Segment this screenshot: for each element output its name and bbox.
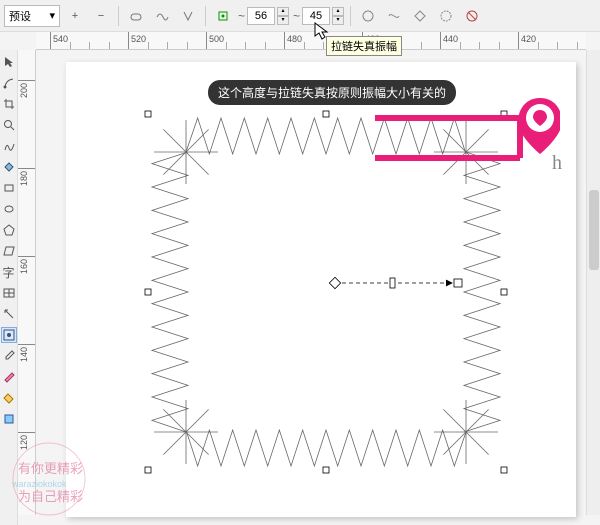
svg-text:waraziokokok: waraziokokok [11,479,67,489]
property-bar: 预设 ▾ + − ~ ▴▾ ~ ▴▾ [0,0,600,32]
separator [205,6,206,26]
fill-tool[interactable] [1,390,17,406]
text-icon: 字 [2,264,14,281]
center-button[interactable] [212,5,234,27]
option-b-button[interactable] [383,5,405,27]
freehand-tool[interactable] [1,138,17,154]
outline-tool[interactable] [1,369,17,385]
remove-preset-button[interactable]: − [90,5,112,27]
distort-mode-2[interactable] [151,5,173,27]
wave-icon: ~ [293,9,300,23]
scrollbar-thumb[interactable] [589,190,599,270]
tooltip-text: 拉链失真振幅 [331,41,397,53]
watermark: 有你更精彩 waraziokokok 为自己精彩 [4,439,114,519]
interactive-tool[interactable] [1,327,17,343]
crop-tool[interactable] [1,96,17,112]
separator [350,6,351,26]
separator [118,6,119,26]
polygon-tool[interactable] [1,222,17,238]
distort-end-handle[interactable] [454,279,462,287]
preset-dropdown[interactable]: 预设 ▾ [4,5,60,27]
distort-mid-handle[interactable] [390,278,395,288]
add-preset-button[interactable]: + [64,5,86,27]
ellipse-tool[interactable] [1,201,17,217]
distort-mode-1[interactable] [125,5,147,27]
option-a-button[interactable] [357,5,379,27]
svg-text:有你更精彩: 有你更精彩 [18,461,83,476]
option-e-button[interactable] [461,5,483,27]
distort-start-handle[interactable] [329,277,340,288]
frequency-spinner[interactable]: ▴▾ [332,7,344,25]
annotation-bracket [370,98,560,178]
cursor-icon [314,22,330,42]
preset-label: 预设 [9,8,31,24]
option-d-button[interactable] [435,5,457,27]
arrow-icon [446,280,452,286]
wave-icon: ~ [238,9,245,23]
text-tool[interactable]: 字 [1,264,17,280]
interactive-fill-tool[interactable] [1,411,17,427]
eyedropper-tool[interactable] [1,348,17,364]
distort-mode-3[interactable] [177,5,199,27]
dropdown-icon: ▾ [49,9,55,22]
table-tool[interactable] [1,285,17,301]
minus-icon: − [98,10,104,22]
amplitude-control: ~ ▴▾ [238,5,289,27]
shape-tool[interactable] [1,75,17,91]
svg-text:为自己精彩: 为自己精彩 [18,489,83,504]
option-c-button[interactable] [409,5,431,27]
scrollbar-vertical[interactable] [586,50,600,515]
dimension-tool[interactable] [1,306,17,322]
plus-icon: + [72,10,78,22]
smart-fill-tool[interactable] [1,159,17,175]
ruler-horizontal: 540520500480460440420 [36,32,586,50]
amplitude-input[interactable] [247,7,275,25]
basic-shapes-tool[interactable] [1,243,17,259]
tooltip: 拉链失真振幅 [326,36,402,56]
amplitude-spinner[interactable]: ▴▾ [277,7,289,25]
zoom-tool[interactable] [1,117,17,133]
rectangle-tool[interactable] [1,180,17,196]
pick-tool[interactable] [1,54,17,70]
